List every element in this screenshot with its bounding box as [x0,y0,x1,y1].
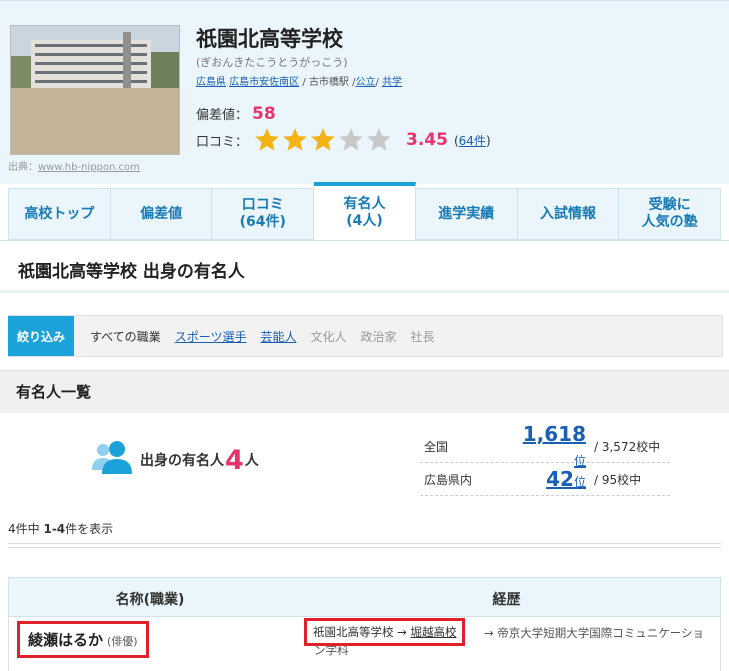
table-row: 綾瀬はるか (俳優) → 帝京大学短期大学国際コミュニケーション学科 祇園北高等学… [8,617,721,671]
career-highlight: 祇園北高等学校 → 堀越高校 [304,618,466,646]
hensachi-value: 58 [252,104,276,124]
tab-results[interactable]: 進学実績 [415,188,518,240]
arrow-icon: → [397,625,407,639]
celebrity-name-highlight: 綾瀬はるか (俳優) [17,621,149,658]
section-header: 有名人一覧 [0,370,729,413]
prefecture-link[interactable]: 広島県 [196,77,226,88]
tab-underline [0,240,729,241]
coed-link[interactable]: 共学 [382,77,402,88]
rank-area: 広島県内 [424,472,473,487]
tab-bar: 高校トップ 偏差値 口コミ (64件) 有名人 (4人) 進学実績 入試情報 受… [8,182,722,240]
photo-credit: 出典：www.hb-nippon.com [8,162,140,173]
school-header: 出典：www.hb-nippon.com 祇園北高等学校 (ぎおんきたこうとうが… [0,0,729,184]
career-school: 祇園北高等学校 [313,625,394,639]
filter-all: すべての職業 [90,329,161,344]
tab-hensachi[interactable]: 偏差値 [110,188,213,240]
celebrity-count: 出身の有名人 4 人 [90,440,259,480]
hensachi-label: 偏差値： [196,108,249,123]
star-filled-icon [311,128,335,151]
rank-value-link[interactable]: 1,618位 [512,422,586,470]
tab-celebrities[interactable]: 有名人 (4人) [314,182,416,240]
school-meta: 広島県 広島市安佐南区 / 古市橋駅 /公立/ 共学 [196,77,403,88]
filter-cultural: 文化人 [310,329,347,344]
tab-top[interactable]: 高校トップ [8,188,111,240]
star-filled-icon [283,128,307,151]
table-header: 名称(職業) 経歴 [8,577,721,617]
celebrity-name: 綾瀬はるか [28,631,104,649]
rank-total: / 3,572校中 [594,439,661,454]
tab-cram-schools[interactable]: 受験に 人気の塾 [619,188,722,240]
filter-button[interactable]: 絞り込み [8,316,74,356]
review-count-link[interactable]: 64件 [459,134,486,148]
col-name-header: 名称(職業) [115,592,185,608]
filter-presidents: 社長 [410,329,435,344]
count-value: 4 [225,444,244,476]
rank-area: 全国 [424,439,449,454]
star-rating [254,127,394,153]
people-icon [90,440,138,480]
rank-row-prefecture: 広島県内 42位 / 95校中 [420,463,670,496]
tab-reviews[interactable]: 口コミ (64件) [212,188,315,240]
rank-row-national: 全国 1,618位 / 3,572校中 [420,422,670,468]
star-filled-icon [255,128,279,151]
star-empty-icon [367,128,391,151]
photo-credit-link[interactable]: www.hb-nippon.com [38,162,140,173]
filter-bar: 絞り込み すべての職業 スポーツ選手 芸能人 文化人 政治家 社長 [8,315,723,357]
hensachi: 偏差値： 58 [196,104,276,124]
title-divider [0,290,729,293]
school-reading: (ぎおんきたこうとうがっこう) [196,56,348,69]
divider [8,543,721,548]
count-label: 出身の有名人 [140,453,224,469]
ranking-table: 全国 1,618位 / 3,572校中 広島県内 42位 / 95校中 [420,422,670,496]
career-school-link[interactable]: 堀越高校 [410,625,456,639]
star-empty-icon [339,128,363,151]
page-title: 祇園北高等学校 出身の有名人 [18,262,245,282]
station-name: 古市橋駅 [308,77,349,88]
filter-entertainers[interactable]: 芸能人 [260,328,296,345]
col-career-header: 経歴 [492,592,521,608]
review-summary: 口コミ： 3.45 (64件) [196,127,491,153]
section-title: 有名人一覧 [16,383,92,401]
rank-value-link[interactable]: 42位 [512,467,586,491]
celebrity-job: (俳優) [107,635,138,648]
school-name: 祇園北高等学校 [196,27,343,51]
count-unit: 人 [244,453,259,469]
school-type-link[interactable]: 公立 [356,77,376,88]
tab-admission[interactable]: 入試情報 [517,188,620,240]
filter-sports[interactable]: スポーツ選手 [175,328,247,345]
school-photo [10,25,180,155]
result-count: 4件中 1-4件を表示 [8,522,114,536]
review-label: 口コミ： [196,134,249,150]
district-link[interactable]: 広島市安佐南区 [229,77,299,88]
rank-total: / 95校中 [594,472,642,487]
review-score: 3.45 [406,130,448,150]
filter-politicians: 政治家 [360,329,397,344]
